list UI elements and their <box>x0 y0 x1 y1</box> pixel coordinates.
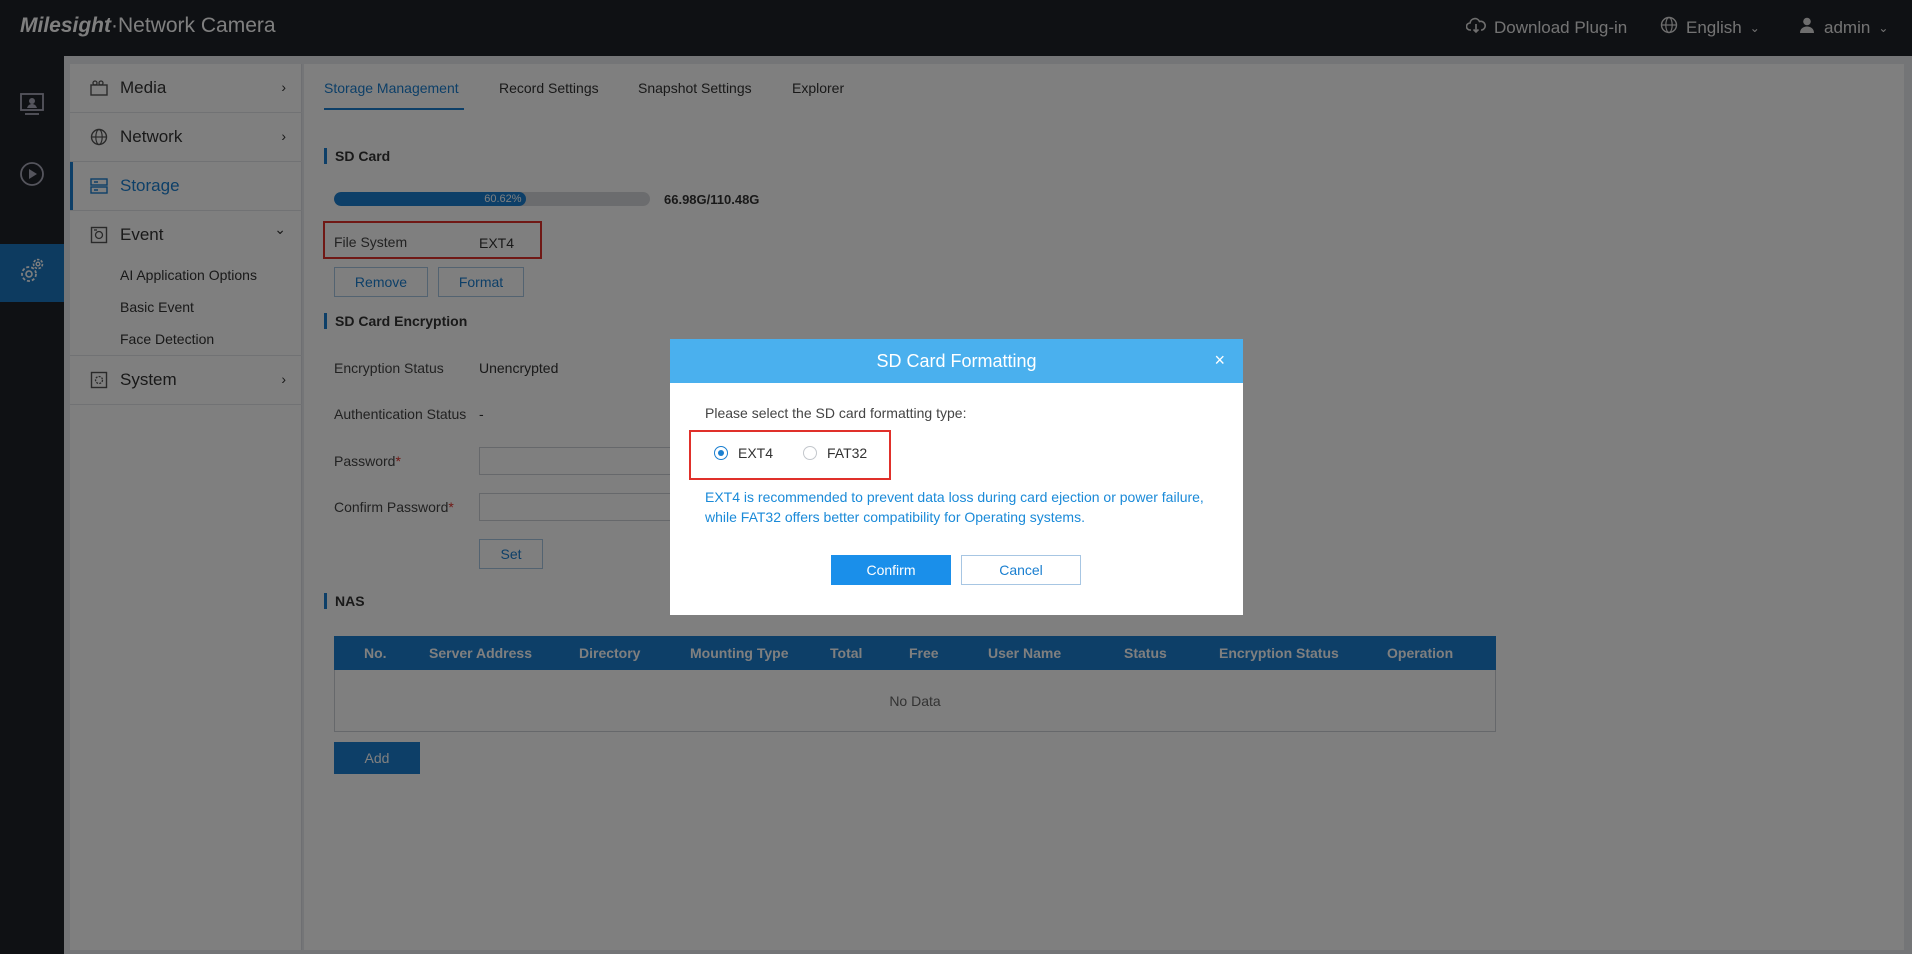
radio-ext4-label: EXT4 <box>738 445 774 461</box>
radio-fat32[interactable]: FAT32 <box>803 445 867 461</box>
radio-button-selected[interactable] <box>714 446 728 460</box>
dialog-header: SD Card Formatting × <box>670 339 1243 383</box>
format-recommendation-hint: EXT4 is recommended to prevent data loss… <box>705 489 1204 525</box>
dialog-title: SD Card Formatting <box>876 350 1037 371</box>
radio-ext4[interactable]: EXT4 <box>714 445 773 461</box>
radio-button[interactable] <box>803 446 817 460</box>
confirm-button[interactable]: Confirm <box>831 555 951 585</box>
radio-fat32-label: FAT32 <box>827 445 868 461</box>
cancel-button[interactable]: Cancel <box>961 555 1081 585</box>
sd-card-formatting-dialog: SD Card Formatting × Please select the S… <box>670 339 1243 615</box>
close-icon[interactable]: × <box>1214 350 1225 371</box>
format-type-prompt: Please select the SD card formatting typ… <box>705 405 967 421</box>
